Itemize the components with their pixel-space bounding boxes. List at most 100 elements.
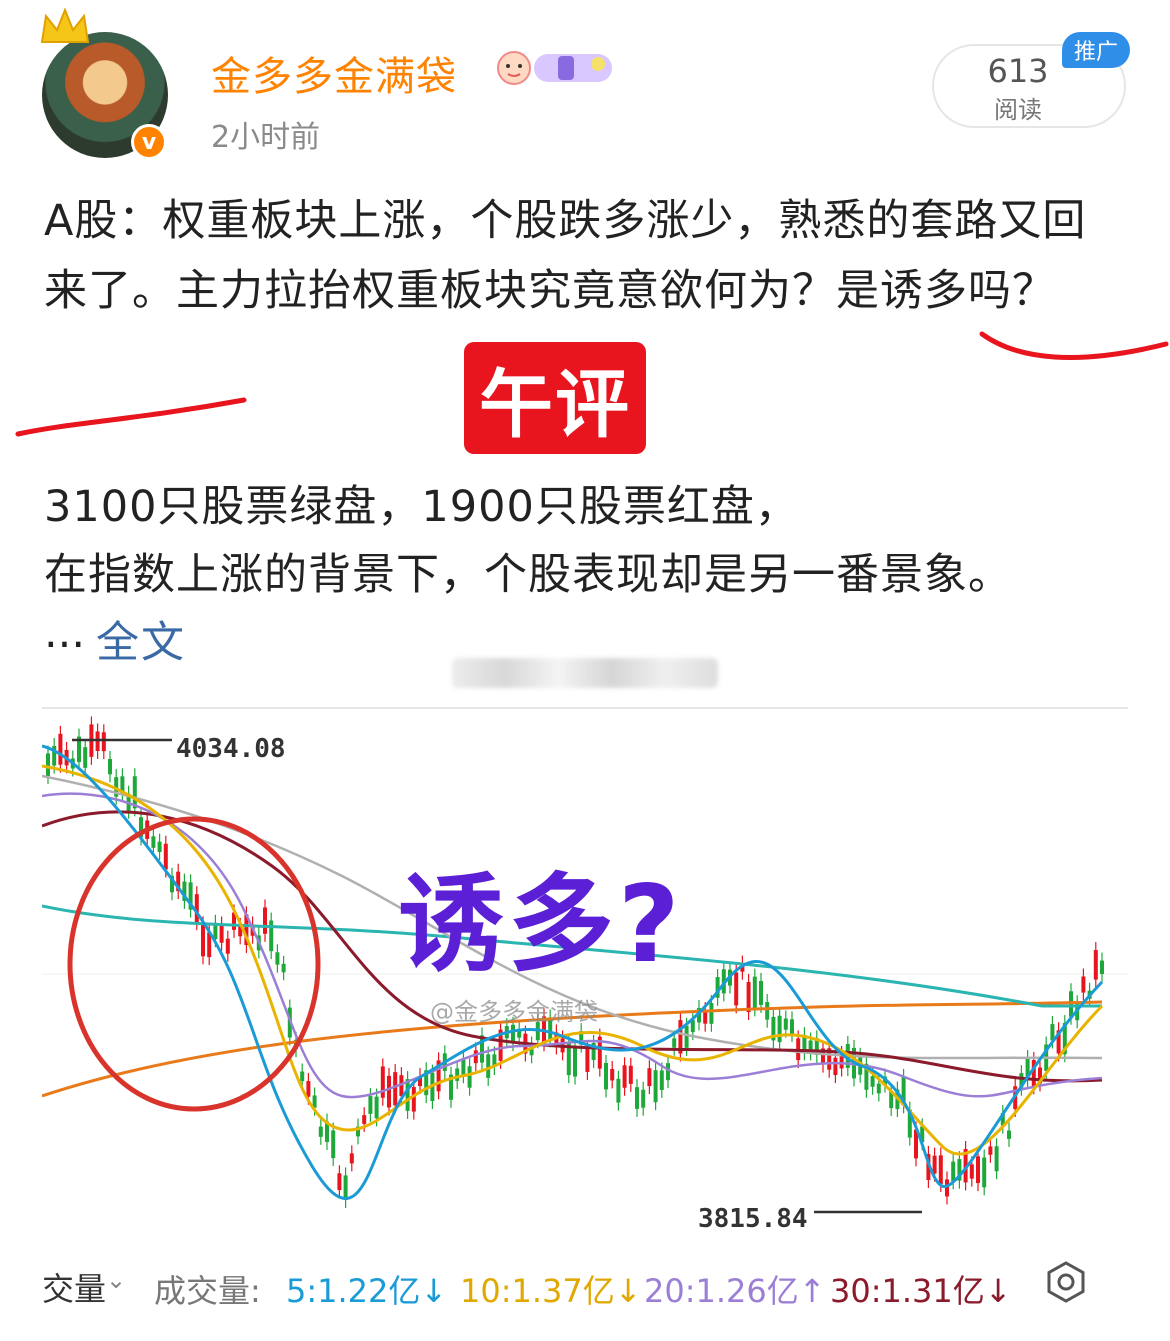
candle-body <box>610 1068 615 1081</box>
candle-body <box>455 1068 460 1081</box>
candle-body <box>157 841 162 852</box>
candle-body <box>318 1126 323 1137</box>
candle-body <box>765 1002 770 1020</box>
candle-body <box>876 1083 881 1094</box>
candle-body <box>988 1146 993 1155</box>
post-timestamp: 2小时前 <box>211 120 321 155</box>
candle-body <box>951 1161 956 1182</box>
candle-body <box>83 747 88 768</box>
candle-body <box>604 1063 608 1090</box>
chart-overlay-text: 诱多? <box>398 863 684 986</box>
user-badges-icon <box>497 51 612 85</box>
candle-body <box>337 1173 342 1191</box>
full-text-link[interactable]: 全文 <box>96 608 186 670</box>
candle-body <box>752 976 757 1009</box>
candle-body <box>746 981 751 1013</box>
red-underline-left <box>15 397 247 437</box>
candle-body <box>994 1146 999 1172</box>
candle-body <box>616 1078 621 1103</box>
chart-watermark: @金多多金满袋 <box>430 998 598 1026</box>
high-price-label: 4034.08 <box>176 734 286 764</box>
candle-body <box>362 1115 367 1124</box>
candle-body <box>653 1070 658 1103</box>
candle-body <box>870 1076 875 1087</box>
candle-body <box>108 759 112 775</box>
candle-body <box>46 753 50 777</box>
volume-ma10: 10:1.37亿↓ <box>460 1272 642 1310</box>
candle-body <box>641 1089 646 1108</box>
candle-body <box>219 924 224 943</box>
candle-body <box>380 1066 385 1098</box>
candle-body <box>976 1156 980 1184</box>
candle-body <box>969 1164 974 1179</box>
candle-body <box>511 1024 515 1044</box>
candle-body <box>573 1047 577 1077</box>
candle-body <box>331 1130 336 1159</box>
candle-body <box>1007 1130 1011 1139</box>
candle-body <box>163 843 168 870</box>
candle-body <box>684 1025 689 1048</box>
candle-body <box>585 1048 590 1072</box>
username[interactable]: 金多多金满袋 <box>211 44 457 102</box>
volume-bar: 交量 ⌄ 成交量: 5:1.22亿↓ 10:1.37亿↓ 20:1.26亿↑ 3… <box>42 1252 1128 1320</box>
verified-badge-icon: v <box>131 124 167 160</box>
post-headline: A股：权重板块上涨，个股跌多涨少，熟悉的套路又回来了。主力拉抬权重板块究竟意欲何… <box>44 196 1087 316</box>
post-line-1: 3100只股票绿盘，1900只股票红盘， <box>44 482 799 532</box>
candle-body <box>201 924 205 957</box>
candle-body <box>1093 950 1098 980</box>
candle-body <box>411 1087 416 1112</box>
candle-body <box>1081 976 1086 993</box>
red-underline-right <box>979 331 1169 360</box>
candle-body <box>349 1153 354 1164</box>
candle-body <box>635 1087 639 1109</box>
candle-body <box>405 1079 410 1111</box>
candle-body <box>151 836 156 848</box>
candle-body <box>938 1155 943 1185</box>
read-label: 阅读 <box>994 96 1042 124</box>
candle-body <box>461 1059 466 1076</box>
promo-tag: 推广 <box>1062 32 1130 68</box>
noon-review-stamp: 午评 <box>464 342 646 454</box>
candle-body <box>982 1157 987 1188</box>
volume-ma5: 5:1.22亿↓ <box>286 1272 448 1310</box>
chevron-down-icon[interactable]: ⌄ <box>106 1266 126 1294</box>
image-watermark-blur <box>452 658 718 688</box>
volume-ma20: 20:1.26亿↑ <box>644 1272 826 1310</box>
candle-body <box>672 1038 677 1048</box>
ellipsis: ... <box>44 608 86 658</box>
candle-body <box>467 1066 472 1088</box>
candle-body <box>734 972 739 1006</box>
candle-body <box>225 938 230 954</box>
candle-body <box>263 907 267 934</box>
low-price-label: 3815.84 <box>698 1204 808 1234</box>
settings-icon[interactable] <box>1044 1260 1088 1304</box>
candle-body <box>281 963 286 973</box>
candle-body <box>1100 960 1104 975</box>
candle-body <box>58 733 63 765</box>
candle-body <box>486 1054 491 1078</box>
candle-body <box>275 952 280 965</box>
candle-body <box>368 1096 373 1114</box>
candle-body <box>932 1155 937 1174</box>
candle-body <box>473 1050 478 1064</box>
volume-tab[interactable]: 交量 <box>42 1264 106 1310</box>
candle-body <box>790 1019 794 1035</box>
candle-body <box>306 1081 311 1097</box>
candle-body <box>622 1065 627 1088</box>
candle-body <box>300 1071 305 1082</box>
candle-body <box>759 980 763 1005</box>
candle-body <box>709 1003 714 1024</box>
candle-body <box>777 1015 782 1043</box>
highlight-circle <box>67 816 321 1112</box>
candle-body <box>628 1065 633 1084</box>
volume-ma30: 30:1.31亿↓ <box>830 1272 1012 1310</box>
candle-body <box>374 1096 379 1119</box>
volume-title: 成交量: <box>154 1272 261 1310</box>
candle-body <box>647 1068 652 1087</box>
candle-body <box>945 1179 949 1197</box>
crown-icon <box>40 8 90 43</box>
candle-body <box>343 1175 348 1201</box>
post-line-2: 在指数上涨的背景下，个股表现却是另一番景象。 <box>44 550 1012 600</box>
candle-body <box>387 1075 391 1108</box>
candle-body <box>393 1072 398 1106</box>
